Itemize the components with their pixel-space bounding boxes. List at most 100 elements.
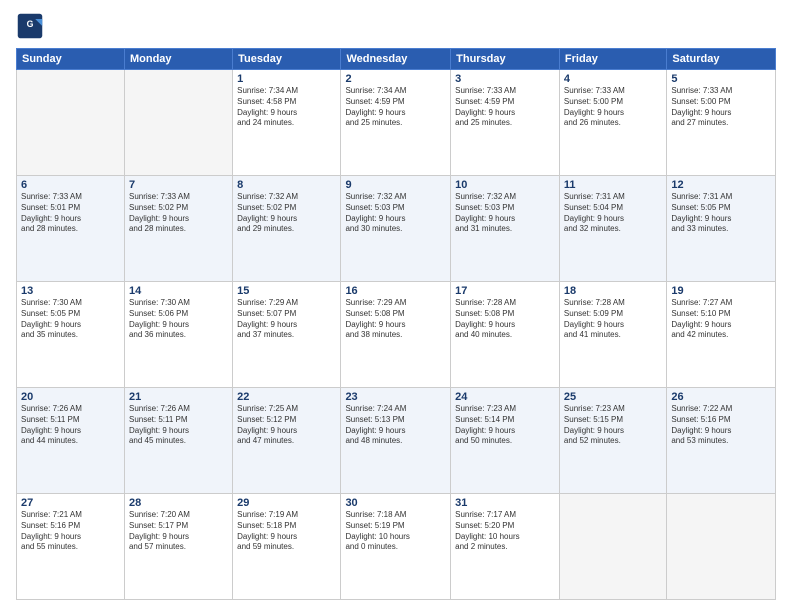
weekday-header-thursday: Thursday	[451, 49, 560, 70]
day-info: Sunrise: 7:25 AM Sunset: 5:12 PM Dayligh…	[237, 404, 336, 447]
calendar-cell	[124, 70, 232, 176]
day-number: 19	[671, 285, 771, 297]
calendar-cell: 11Sunrise: 7:31 AM Sunset: 5:04 PM Dayli…	[559, 176, 666, 282]
day-info: Sunrise: 7:32 AM Sunset: 5:03 PM Dayligh…	[455, 192, 555, 235]
day-number: 13	[21, 285, 120, 297]
day-number: 12	[671, 179, 771, 191]
day-info: Sunrise: 7:34 AM Sunset: 4:59 PM Dayligh…	[345, 86, 446, 129]
svg-text:G: G	[27, 19, 34, 29]
day-info: Sunrise: 7:24 AM Sunset: 5:13 PM Dayligh…	[345, 404, 446, 447]
day-number: 23	[345, 391, 446, 403]
day-number: 22	[237, 391, 336, 403]
calendar-cell: 17Sunrise: 7:28 AM Sunset: 5:08 PM Dayli…	[451, 282, 560, 388]
day-info: Sunrise: 7:33 AM Sunset: 4:59 PM Dayligh…	[455, 86, 555, 129]
day-info: Sunrise: 7:31 AM Sunset: 5:04 PM Dayligh…	[564, 192, 662, 235]
day-number: 20	[21, 391, 120, 403]
weekday-header-monday: Monday	[124, 49, 232, 70]
day-number: 9	[345, 179, 446, 191]
day-number: 30	[345, 497, 446, 509]
calendar-cell: 27Sunrise: 7:21 AM Sunset: 5:16 PM Dayli…	[17, 494, 125, 600]
day-info: Sunrise: 7:18 AM Sunset: 5:19 PM Dayligh…	[345, 510, 446, 553]
day-info: Sunrise: 7:28 AM Sunset: 5:08 PM Dayligh…	[455, 298, 555, 341]
day-number: 1	[237, 73, 336, 85]
calendar-cell	[667, 494, 776, 600]
day-info: Sunrise: 7:30 AM Sunset: 5:06 PM Dayligh…	[129, 298, 228, 341]
calendar-cell: 16Sunrise: 7:29 AM Sunset: 5:08 PM Dayli…	[341, 282, 451, 388]
day-number: 4	[564, 73, 662, 85]
calendar-cell: 29Sunrise: 7:19 AM Sunset: 5:18 PM Dayli…	[233, 494, 341, 600]
day-info: Sunrise: 7:31 AM Sunset: 5:05 PM Dayligh…	[671, 192, 771, 235]
day-info: Sunrise: 7:34 AM Sunset: 4:58 PM Dayligh…	[237, 86, 336, 129]
day-info: Sunrise: 7:17 AM Sunset: 5:20 PM Dayligh…	[455, 510, 555, 553]
day-info: Sunrise: 7:26 AM Sunset: 5:11 PM Dayligh…	[21, 404, 120, 447]
day-number: 18	[564, 285, 662, 297]
calendar-header-row: SundayMondayTuesdayWednesdayThursdayFrid…	[17, 49, 776, 70]
weekday-header-friday: Friday	[559, 49, 666, 70]
day-info: Sunrise: 7:33 AM Sunset: 5:02 PM Dayligh…	[129, 192, 228, 235]
calendar-cell: 21Sunrise: 7:26 AM Sunset: 5:11 PM Dayli…	[124, 388, 232, 494]
day-number: 7	[129, 179, 228, 191]
calendar-cell: 2Sunrise: 7:34 AM Sunset: 4:59 PM Daylig…	[341, 70, 451, 176]
day-number: 27	[21, 497, 120, 509]
day-info: Sunrise: 7:27 AM Sunset: 5:10 PM Dayligh…	[671, 298, 771, 341]
weekday-header-sunday: Sunday	[17, 49, 125, 70]
calendar-cell: 19Sunrise: 7:27 AM Sunset: 5:10 PM Dayli…	[667, 282, 776, 388]
calendar-cell: 12Sunrise: 7:31 AM Sunset: 5:05 PM Dayli…	[667, 176, 776, 282]
day-number: 6	[21, 179, 120, 191]
calendar-cell: 10Sunrise: 7:32 AM Sunset: 5:03 PM Dayli…	[451, 176, 560, 282]
day-info: Sunrise: 7:33 AM Sunset: 5:00 PM Dayligh…	[564, 86, 662, 129]
day-info: Sunrise: 7:23 AM Sunset: 5:15 PM Dayligh…	[564, 404, 662, 447]
calendar-cell: 5Sunrise: 7:33 AM Sunset: 5:00 PM Daylig…	[667, 70, 776, 176]
calendar-cell: 14Sunrise: 7:30 AM Sunset: 5:06 PM Dayli…	[124, 282, 232, 388]
calendar-cell: 22Sunrise: 7:25 AM Sunset: 5:12 PM Dayli…	[233, 388, 341, 494]
calendar-cell: 18Sunrise: 7:28 AM Sunset: 5:09 PM Dayli…	[559, 282, 666, 388]
calendar-cell: 20Sunrise: 7:26 AM Sunset: 5:11 PM Dayli…	[17, 388, 125, 494]
day-info: Sunrise: 7:33 AM Sunset: 5:00 PM Dayligh…	[671, 86, 771, 129]
day-number: 28	[129, 497, 228, 509]
calendar-cell: 1Sunrise: 7:34 AM Sunset: 4:58 PM Daylig…	[233, 70, 341, 176]
day-info: Sunrise: 7:29 AM Sunset: 5:08 PM Dayligh…	[345, 298, 446, 341]
day-number: 17	[455, 285, 555, 297]
day-number: 5	[671, 73, 771, 85]
calendar-week-row: 20Sunrise: 7:26 AM Sunset: 5:11 PM Dayli…	[17, 388, 776, 494]
day-info: Sunrise: 7:28 AM Sunset: 5:09 PM Dayligh…	[564, 298, 662, 341]
day-info: Sunrise: 7:20 AM Sunset: 5:17 PM Dayligh…	[129, 510, 228, 553]
day-info: Sunrise: 7:26 AM Sunset: 5:11 PM Dayligh…	[129, 404, 228, 447]
calendar-week-row: 1Sunrise: 7:34 AM Sunset: 4:58 PM Daylig…	[17, 70, 776, 176]
calendar-cell: 6Sunrise: 7:33 AM Sunset: 5:01 PM Daylig…	[17, 176, 125, 282]
calendar-cell	[559, 494, 666, 600]
logo: G	[16, 12, 48, 40]
calendar-cell: 24Sunrise: 7:23 AM Sunset: 5:14 PM Dayli…	[451, 388, 560, 494]
day-info: Sunrise: 7:30 AM Sunset: 5:05 PM Dayligh…	[21, 298, 120, 341]
calendar-cell: 25Sunrise: 7:23 AM Sunset: 5:15 PM Dayli…	[559, 388, 666, 494]
day-number: 16	[345, 285, 446, 297]
day-number: 24	[455, 391, 555, 403]
calendar-cell: 30Sunrise: 7:18 AM Sunset: 5:19 PM Dayli…	[341, 494, 451, 600]
day-info: Sunrise: 7:23 AM Sunset: 5:14 PM Dayligh…	[455, 404, 555, 447]
day-info: Sunrise: 7:22 AM Sunset: 5:16 PM Dayligh…	[671, 404, 771, 447]
weekday-header-tuesday: Tuesday	[233, 49, 341, 70]
weekday-header-wednesday: Wednesday	[341, 49, 451, 70]
day-number: 8	[237, 179, 336, 191]
calendar-cell: 7Sunrise: 7:33 AM Sunset: 5:02 PM Daylig…	[124, 176, 232, 282]
day-number: 15	[237, 285, 336, 297]
logo-icon: G	[16, 12, 44, 40]
calendar-cell: 28Sunrise: 7:20 AM Sunset: 5:17 PM Dayli…	[124, 494, 232, 600]
day-number: 14	[129, 285, 228, 297]
calendar-week-row: 27Sunrise: 7:21 AM Sunset: 5:16 PM Dayli…	[17, 494, 776, 600]
day-info: Sunrise: 7:33 AM Sunset: 5:01 PM Dayligh…	[21, 192, 120, 235]
calendar-cell: 9Sunrise: 7:32 AM Sunset: 5:03 PM Daylig…	[341, 176, 451, 282]
calendar-cell: 8Sunrise: 7:32 AM Sunset: 5:02 PM Daylig…	[233, 176, 341, 282]
calendar-cell: 13Sunrise: 7:30 AM Sunset: 5:05 PM Dayli…	[17, 282, 125, 388]
calendar-week-row: 6Sunrise: 7:33 AM Sunset: 5:01 PM Daylig…	[17, 176, 776, 282]
calendar-cell: 23Sunrise: 7:24 AM Sunset: 5:13 PM Dayli…	[341, 388, 451, 494]
calendar-cell: 4Sunrise: 7:33 AM Sunset: 5:00 PM Daylig…	[559, 70, 666, 176]
day-info: Sunrise: 7:21 AM Sunset: 5:16 PM Dayligh…	[21, 510, 120, 553]
day-number: 11	[564, 179, 662, 191]
weekday-header-saturday: Saturday	[667, 49, 776, 70]
calendar-cell: 3Sunrise: 7:33 AM Sunset: 4:59 PM Daylig…	[451, 70, 560, 176]
calendar-cell	[17, 70, 125, 176]
day-number: 25	[564, 391, 662, 403]
calendar-week-row: 13Sunrise: 7:30 AM Sunset: 5:05 PM Dayli…	[17, 282, 776, 388]
day-number: 26	[671, 391, 771, 403]
